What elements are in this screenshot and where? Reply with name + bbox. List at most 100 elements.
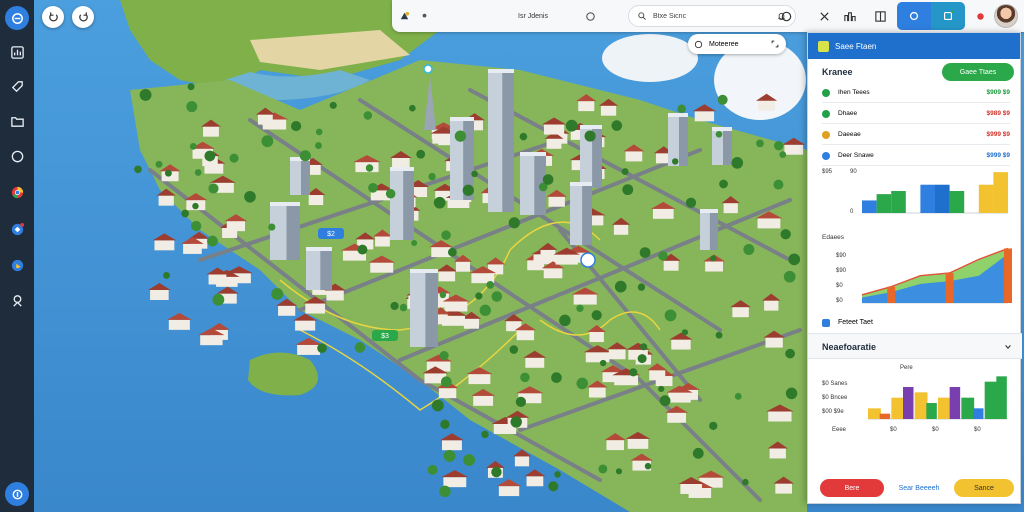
tree bbox=[329, 101, 337, 109]
stat-row[interactable]: Daeeae $999 $9 bbox=[822, 125, 1010, 145]
tower bbox=[290, 157, 310, 195]
tree bbox=[354, 342, 366, 353]
assistant-icon[interactable] bbox=[5, 482, 29, 506]
pin-icon[interactable] bbox=[418, 0, 431, 32]
tree bbox=[639, 247, 651, 259]
y-tick: $0 bbox=[836, 283, 843, 289]
tree bbox=[363, 111, 373, 120]
y-tick: $0 bbox=[836, 298, 843, 304]
avatar[interactable] bbox=[994, 4, 1018, 28]
refresh-icon bbox=[78, 11, 88, 21]
location-pin[interactable] bbox=[580, 252, 596, 268]
tree bbox=[192, 202, 199, 210]
tower bbox=[410, 269, 438, 347]
mode-switch[interactable] bbox=[897, 2, 965, 30]
tree bbox=[427, 464, 438, 475]
rotate-right-button[interactable] bbox=[72, 6, 94, 28]
tree bbox=[411, 240, 418, 247]
rotate-left-button[interactable] bbox=[42, 6, 64, 28]
settings-icon[interactable] bbox=[780, 0, 793, 32]
expand-icon[interactable] bbox=[770, 39, 780, 49]
chevron-down-icon[interactable] bbox=[1004, 343, 1012, 351]
tree bbox=[637, 354, 647, 364]
tree bbox=[677, 104, 686, 114]
mode-view[interactable] bbox=[931, 2, 965, 30]
bar bbox=[879, 413, 891, 419]
bar bbox=[914, 392, 928, 419]
tree bbox=[462, 184, 474, 196]
tree bbox=[315, 142, 322, 149]
stat-dot-icon bbox=[822, 151, 830, 160]
x-tick: $0 bbox=[890, 427, 897, 433]
tree bbox=[692, 447, 704, 459]
tree bbox=[268, 223, 276, 231]
bar bbox=[978, 184, 994, 213]
stat-row[interactable]: Ihen Teees $909 $9 bbox=[822, 83, 1010, 103]
tree bbox=[709, 421, 718, 431]
build-icon bbox=[909, 11, 919, 21]
search-box[interactable] bbox=[628, 5, 796, 27]
tree bbox=[743, 244, 755, 255]
tower bbox=[668, 113, 688, 166]
link-button[interactable]: Sear Beeeeh bbox=[888, 479, 950, 497]
tree bbox=[584, 130, 596, 142]
layers-icon[interactable] bbox=[874, 0, 887, 32]
location-icon[interactable] bbox=[5, 288, 29, 312]
tower bbox=[390, 167, 414, 240]
section-header[interactable]: Neaefoaratie bbox=[808, 333, 1022, 359]
tree bbox=[229, 153, 239, 163]
left-sidebar bbox=[0, 0, 34, 512]
bar bbox=[920, 184, 935, 213]
tree bbox=[681, 329, 689, 336]
folder-icon[interactable] bbox=[5, 109, 29, 133]
stat-label: Ihen Teees bbox=[838, 89, 870, 96]
alert-icon[interactable] bbox=[974, 0, 987, 32]
tree bbox=[685, 197, 697, 208]
tree bbox=[548, 481, 559, 492]
tree bbox=[515, 396, 527, 408]
tree bbox=[710, 255, 717, 262]
stat-row[interactable]: Dhaee $989 $9 bbox=[822, 104, 1010, 124]
tree bbox=[742, 478, 749, 486]
map-tag[interactable]: $3 bbox=[372, 330, 398, 341]
info-icon[interactable] bbox=[584, 0, 597, 32]
tree bbox=[271, 287, 284, 300]
tree bbox=[717, 94, 728, 105]
dashboard-icon[interactable] bbox=[5, 40, 29, 64]
city-stats-icon[interactable] bbox=[843, 0, 856, 32]
tag-icon[interactable] bbox=[5, 74, 29, 98]
tree bbox=[576, 304, 584, 313]
tree bbox=[204, 150, 216, 162]
legend-label: $95 bbox=[822, 169, 833, 175]
bar bbox=[949, 191, 965, 213]
search-input[interactable] bbox=[653, 12, 753, 20]
tree bbox=[599, 359, 607, 367]
globe-icon[interactable] bbox=[5, 253, 29, 277]
tree bbox=[621, 168, 629, 176]
chart-bar-1: $95 90 0 bbox=[822, 169, 1008, 215]
primary-button[interactable]: Bere bbox=[820, 479, 884, 497]
tree bbox=[658, 385, 665, 393]
app-logo-icon[interactable] bbox=[5, 6, 29, 30]
tree bbox=[431, 399, 444, 412]
circle-icon[interactable] bbox=[5, 144, 29, 168]
brand-icon[interactable] bbox=[398, 0, 411, 32]
tree bbox=[519, 132, 528, 141]
map-tag[interactable]: $2 bbox=[318, 228, 344, 239]
location-pin[interactable] bbox=[423, 64, 433, 74]
x-tick: $0 bbox=[932, 427, 939, 433]
bar bbox=[891, 191, 906, 213]
tree bbox=[134, 165, 142, 174]
tree bbox=[773, 179, 784, 190]
tree bbox=[614, 280, 627, 293]
mode-build[interactable] bbox=[897, 2, 931, 30]
tools-icon[interactable] bbox=[818, 0, 831, 32]
tree bbox=[299, 150, 311, 162]
secondary-button[interactable]: Sance bbox=[954, 479, 1014, 497]
section-action-button[interactable]: Gaee Ttaes bbox=[942, 63, 1014, 81]
notification-app-icon[interactable] bbox=[5, 217, 29, 241]
panel-logo-icon bbox=[818, 40, 829, 52]
tree bbox=[715, 331, 723, 339]
map-filter-chip[interactable]: Moteeree bbox=[688, 34, 786, 54]
chrome-icon[interactable] bbox=[5, 180, 29, 204]
